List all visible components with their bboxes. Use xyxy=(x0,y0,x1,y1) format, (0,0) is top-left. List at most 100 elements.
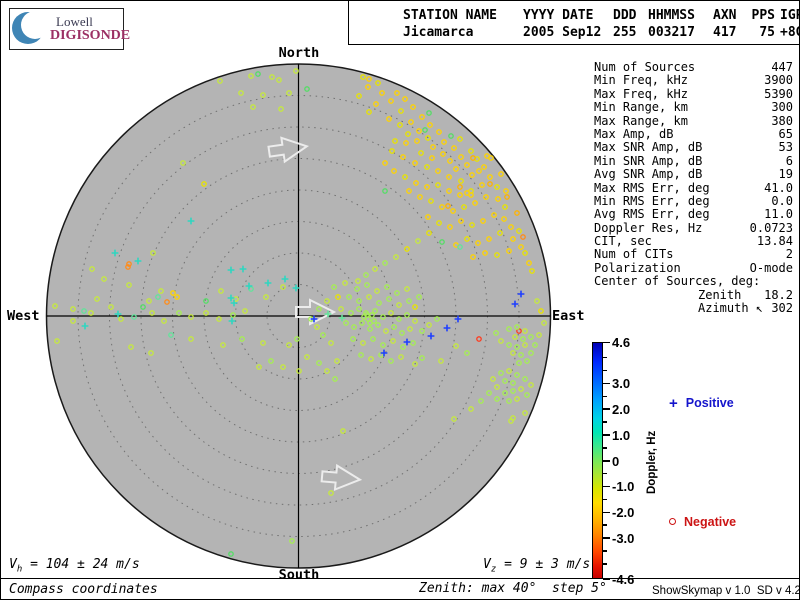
stat-value: 65 xyxy=(778,126,793,141)
header-column-label: AXN xyxy=(713,8,737,23)
stat-label: Zenith xyxy=(698,287,742,302)
stat-value: 0.0 xyxy=(771,193,793,208)
vz-symbol: V xyxy=(483,557,491,572)
header-column-label: STATION NAME xyxy=(403,8,497,23)
stat-row: Min Freq, kHz 3900 xyxy=(594,73,793,87)
header-column-value: +8G xyxy=(780,25,799,40)
vertical-velocity-readout: Vz = 9 ± 3 m/s xyxy=(483,557,590,575)
stat-value: 5390 xyxy=(764,86,793,101)
header-column-value: 417 xyxy=(713,25,737,40)
stat-row: Num of Sources 447 xyxy=(594,60,793,74)
legend-positive: + Positive xyxy=(669,395,734,412)
header-column: PPS 75 xyxy=(745,7,775,41)
zenith-range-note: Zenith: max 40° step 5° xyxy=(419,581,607,596)
colorbar-minor-tick xyxy=(603,369,607,372)
stat-value: 13.84 xyxy=(756,234,793,249)
stat-label: Min RMS Err, deg xyxy=(594,193,710,208)
colorbar-tick-label: 0 xyxy=(612,453,620,469)
stat-label: Min Range, km xyxy=(594,100,688,115)
colorbar-major-tick xyxy=(603,511,610,514)
colorbar-minor-tick xyxy=(603,498,607,501)
colorbar-major-tick xyxy=(603,382,610,385)
stat-value: 11.0 xyxy=(764,207,793,222)
stat-row: Max Freq, kHz 5390 xyxy=(594,86,793,101)
colorbar-axis-label: Doppler, Hz xyxy=(646,430,658,494)
stat-label: Avg SNR Amp, dB xyxy=(594,167,703,182)
legend-negative: Negative xyxy=(669,515,736,529)
colorbar-tick-label: 3.0 xyxy=(612,376,631,392)
stat-value: 302 xyxy=(771,301,793,316)
stat-row: Max Range, km 380 xyxy=(594,113,793,128)
header-column: IGP +8G xyxy=(780,7,799,41)
skymap-window: Lowell DIGISONDE STATION NAME Jicamarca YY… xyxy=(0,0,800,600)
stat-value: 41.0 xyxy=(764,180,793,195)
colorbar-tick-label: 2.0 xyxy=(612,401,631,417)
stat-row: Azimuth ↖ 302 xyxy=(594,301,793,316)
colorbar-tick-label: -4.6 xyxy=(612,572,635,587)
colorbar-minor-tick xyxy=(603,563,607,565)
header-column: YYYY DATE 2005 Sep12 xyxy=(523,7,613,41)
stat-value: 19 xyxy=(778,167,793,182)
colorbar-major-tick xyxy=(603,578,610,580)
header-column: AXN 417 xyxy=(713,7,741,41)
stat-value: 6 xyxy=(785,153,793,168)
stat-label: CIT, sec xyxy=(594,234,652,249)
header-column-value: 255 xyxy=(613,25,637,40)
stat-label: Max Range, km xyxy=(594,113,688,128)
colorbar-minor-tick xyxy=(603,550,607,552)
stat-label: Polarization xyxy=(594,260,681,275)
compass-label-north: North xyxy=(278,45,320,61)
header-column-value: 75 xyxy=(759,25,775,40)
stat-label: Max RMS Err, deg xyxy=(594,180,710,195)
stat-row: Avg SNR Amp, dB 19 xyxy=(594,167,793,182)
stat-label: Max SNR Amp, dB xyxy=(594,140,703,155)
stat-value: 300 xyxy=(771,100,793,115)
header-column-label: YYYY DATE xyxy=(523,8,594,23)
stat-label: Num of Sources xyxy=(594,60,696,74)
stat-label: Center of Sources, deg: xyxy=(594,274,761,289)
circle-marker-icon xyxy=(669,518,676,525)
colorbar-tick-label: -3.0 xyxy=(612,530,635,546)
header-column-value: 2005 Sep12 xyxy=(523,25,602,40)
stat-value: 447 xyxy=(771,60,793,74)
header-column-label: PPS xyxy=(751,8,775,23)
header-column: STATION NAME Jicamarca xyxy=(403,7,528,41)
colorbar-tick-label: 4.6 xyxy=(612,335,631,350)
colorbar-major-tick xyxy=(603,434,610,436)
coordinates-note: Compass coordinates xyxy=(9,582,158,597)
header-column-value: Jicamarca xyxy=(403,25,474,40)
stat-label: Max Freq, kHz xyxy=(594,86,688,101)
colorbar-minor-tick xyxy=(603,395,607,398)
stat-label: Doppler Res, Hz xyxy=(594,220,703,235)
stat-row: Min SNR Amp, dB 6 xyxy=(594,153,793,168)
colorbar-major-tick xyxy=(603,485,610,488)
legend-positive-label: Positive xyxy=(685,396,734,410)
footer-divider xyxy=(1,578,799,579)
colorbar-major-tick xyxy=(603,460,610,462)
stat-row: Doppler Res, Hz 0.0723 xyxy=(594,220,793,235)
stat-row: Polarization O-mode xyxy=(594,260,793,275)
stat-label: Num of CITs xyxy=(594,247,674,262)
header-station-info: STATION NAME Jicamarca YYYY DATE 2005 Sep12… xyxy=(1,7,799,43)
doppler-colorbar xyxy=(592,342,603,579)
colorbar-minor-tick xyxy=(603,472,607,475)
stat-value: O-mode xyxy=(749,260,793,275)
stat-row: Avg RMS Err, deg 11.0 xyxy=(594,207,793,222)
stat-row: CIT, sec 13.84 xyxy=(594,234,793,249)
header-divider-horizontal xyxy=(348,44,799,45)
stat-value: 2 xyxy=(785,247,793,262)
stat-label: Max Amp, dB xyxy=(594,126,674,141)
header-column: HHMMSS 003217 xyxy=(648,7,703,41)
header-column-value: 003217 xyxy=(648,25,695,40)
header-column: DDD 255 xyxy=(613,7,643,41)
stat-row: Center of Sources, deg: xyxy=(594,274,793,289)
plus-marker-icon: + xyxy=(669,395,678,412)
stat-label: Min SNR Amp, dB xyxy=(594,153,703,168)
vh-symbol: V xyxy=(9,557,17,572)
compass-label-west: West xyxy=(7,308,40,324)
header-column-label: DDD xyxy=(613,8,637,23)
colorbar-minor-tick xyxy=(603,524,607,526)
colorbar-tick-label: 1.0 xyxy=(612,427,631,443)
header-column-label: IGP xyxy=(780,8,799,23)
software-version: ShowSkymap v 1.0 SD v 4.2 xyxy=(652,585,800,597)
